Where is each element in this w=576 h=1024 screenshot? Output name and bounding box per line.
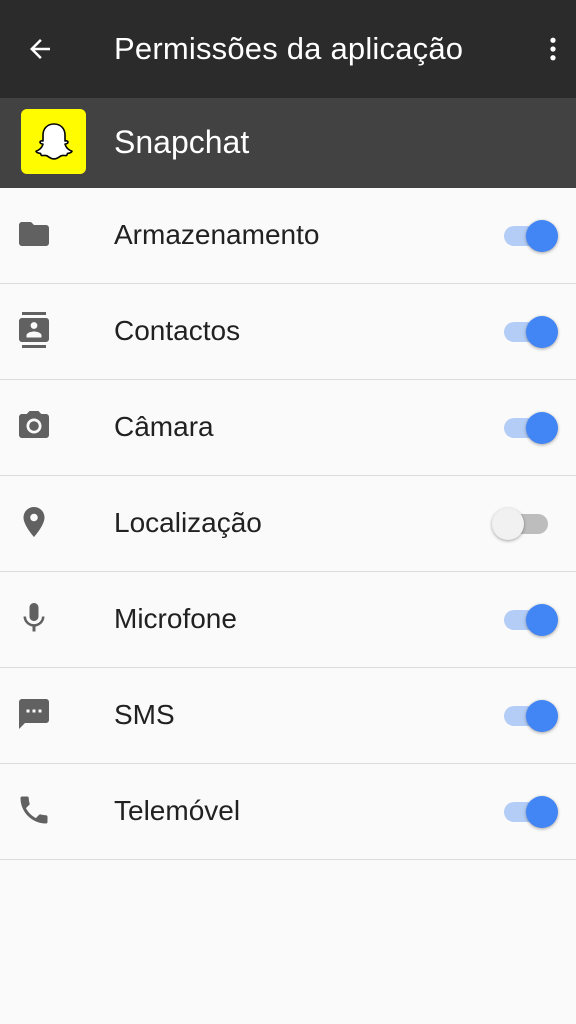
permission-toggle-sms[interactable]: [492, 697, 560, 735]
back-button[interactable]: [20, 29, 60, 69]
microphone-icon: [14, 598, 54, 638]
contacts-icon: [14, 310, 54, 350]
permission-toggle-contacts[interactable]: [492, 313, 560, 351]
camera-icon: [14, 406, 54, 446]
permission-label: Câmara: [114, 411, 214, 442]
permission-label: Contactos: [114, 315, 241, 346]
folder-icon: [14, 214, 54, 254]
permission-label: Microfone: [114, 603, 237, 634]
permission-label: Localização: [114, 507, 262, 538]
phone-icon: [14, 790, 54, 830]
permissions-list: Armazenamento Contactos Câmara Localizaç…: [0, 188, 576, 860]
app-name: Snapchat: [114, 124, 250, 160]
app-icon: [21, 109, 86, 174]
permission-toggle-location[interactable]: [492, 505, 560, 543]
permission-toggle-storage[interactable]: [492, 217, 560, 255]
page-title: Permissões da aplicação: [114, 31, 464, 66]
app-bar: Permissões da aplicação: [0, 0, 576, 98]
arrow-back-icon: [30, 39, 50, 59]
more-vertical-icon: [550, 37, 556, 61]
sms-icon: [14, 694, 54, 734]
permission-row-microphone[interactable]: Microfone: [0, 572, 576, 668]
more-options-button[interactable]: [538, 29, 568, 69]
permission-row-location[interactable]: Localização: [0, 476, 576, 572]
permission-row-contacts[interactable]: Contactos: [0, 284, 576, 380]
permission-row-camera[interactable]: Câmara: [0, 380, 576, 476]
permission-label: Armazenamento: [114, 219, 320, 250]
permission-label: SMS: [114, 699, 175, 730]
location-pin-icon: [14, 502, 54, 542]
permission-toggle-camera[interactable]: [492, 409, 560, 447]
permission-toggle-microphone[interactable]: [492, 601, 560, 639]
permission-row-phone[interactable]: Telemóvel: [0, 764, 576, 860]
app-header: Snapchat: [0, 98, 576, 188]
permission-row-sms[interactable]: SMS: [0, 668, 576, 764]
permission-row-storage[interactable]: Armazenamento: [0, 188, 576, 284]
permission-label: Telemóvel: [114, 795, 241, 826]
permission-toggle-phone[interactable]: [492, 793, 560, 831]
snapchat-ghost-icon: [34, 122, 73, 160]
